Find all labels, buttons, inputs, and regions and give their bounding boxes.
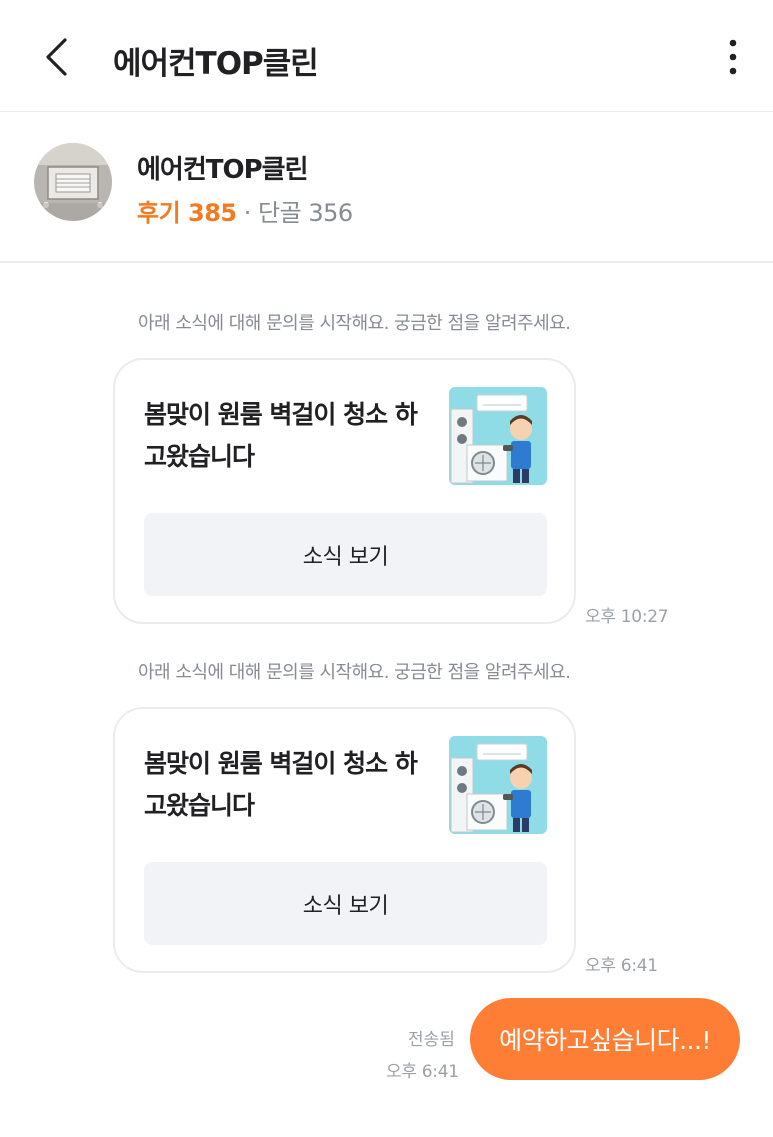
- store-name: 에어컨TOP클린: [137, 155, 308, 185]
- chat-title: 에어컨TOP클린: [113, 46, 319, 82]
- stat-separator: ·: [243, 199, 252, 227]
- more-vertical-icon: [729, 39, 737, 75]
- regular-count: 단골 356: [258, 199, 353, 227]
- profile-stats: 후기 385 · 단골 356: [137, 193, 353, 228]
- chevron-left-icon: [46, 38, 67, 76]
- message-time: 오후 6:41: [585, 956, 658, 976]
- news-title: 봄맞이 원룸 벽걸이 청소 하고왔습니다: [144, 749, 418, 820]
- news-thumbnail[interactable]: [449, 387, 547, 485]
- news-title: 봄맞이 원룸 벽걸이 청소 하고왔습니다: [144, 400, 418, 471]
- review-count[interactable]: 후기 385: [137, 199, 237, 227]
- system-message: 아래 소식에 대해 문의를 시작해요. 궁금한 점을 알려주세요.: [138, 313, 571, 334]
- top-app-bar: 에어컨TOP클린: [0, 0, 773, 112]
- view-news-button[interactable]: 소식 보기: [144, 862, 547, 945]
- store-profile[interactable]: 에어컨TOP클린 후기 385 · 단골 356: [0, 113, 773, 263]
- message-time: 오후 10:27: [585, 607, 669, 627]
- system-message: 아래 소식에 대해 문의를 시작해요. 궁금한 점을 알려주세요.: [138, 662, 571, 683]
- news-card[interactable]: 봄맞이 원룸 벽걸이 청소 하고왔습니다 소식 보기: [113, 707, 576, 973]
- technician-illustration: [449, 387, 547, 485]
- news-thumbnail[interactable]: [449, 736, 547, 834]
- air-conditioner-photo: [34, 143, 112, 221]
- view-news-button[interactable]: 소식 보기: [144, 513, 547, 596]
- news-card[interactable]: 봄맞이 원룸 벽걸이 청소 하고왔습니다 소식 보기: [113, 358, 576, 624]
- outgoing-message-bubble[interactable]: 예약하고싶습니다...!: [470, 998, 740, 1080]
- sent-status: 전송됨: [408, 1030, 455, 1050]
- technician-illustration: [449, 736, 547, 834]
- more-options-button[interactable]: [716, 32, 750, 82]
- back-button[interactable]: [30, 30, 80, 84]
- message-time: 오후 6:41: [386, 1062, 459, 1082]
- avatar[interactable]: [34, 143, 112, 221]
